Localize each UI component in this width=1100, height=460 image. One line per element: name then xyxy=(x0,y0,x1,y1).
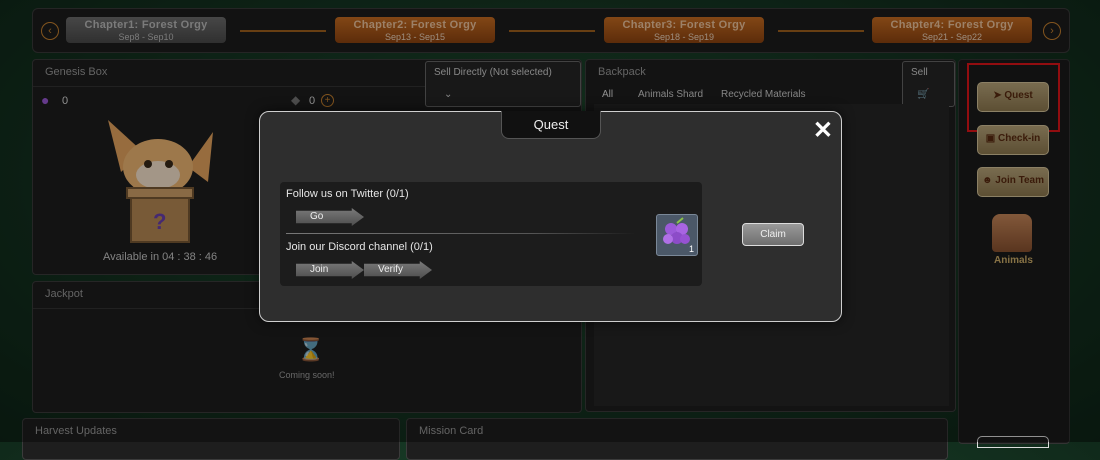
verify-label: Verify xyxy=(378,264,404,275)
divider xyxy=(286,233,636,234)
quest-modal: Quest ✕ Follow us on Twitter (0/1) Go Jo… xyxy=(259,111,842,322)
discord-quest-title: Join our Discord channel (0/1) xyxy=(286,241,433,253)
join-label: Join xyxy=(310,264,329,275)
join-button[interactable]: Join xyxy=(296,261,364,279)
quest-list: Follow us on Twitter (0/1) Go Join our D… xyxy=(280,182,702,286)
verify-button[interactable]: Verify xyxy=(364,261,432,279)
reward-count: 1 xyxy=(688,244,694,254)
go-button[interactable]: Go xyxy=(296,208,364,226)
claim-button[interactable]: Claim xyxy=(742,223,804,246)
go-label: Go xyxy=(310,211,324,222)
twitter-quest-title: Follow us on Twitter (0/1) xyxy=(286,188,409,200)
close-icon[interactable]: ✕ xyxy=(813,116,833,145)
modal-title: Quest xyxy=(501,111,601,139)
reward-item: 1 xyxy=(656,214,698,256)
